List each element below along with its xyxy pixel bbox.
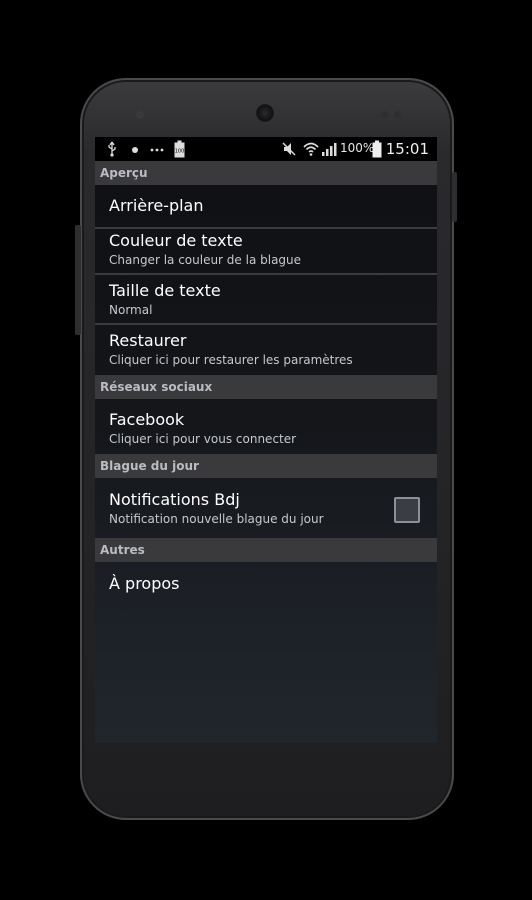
pref-arriere-plan[interactable]: Arrière-plan [95,196,437,216]
battery-saver-icon: 100 [174,140,185,158]
divider [95,227,437,229]
section-header-reseaux: Réseaux sociaux [95,375,437,399]
battery-percent: 100% [340,141,375,155]
pref-a-propos[interactable]: À propos [95,574,437,594]
pref-notifications[interactable]: Notifications Bdj Notification nouvelle … [95,490,437,527]
mute-icon [282,141,296,157]
volume-button [75,225,81,335]
sensor-dot [394,111,401,118]
more-icon [150,141,164,157]
pref-title: Restaurer [109,331,187,350]
status-bar: 100 100% 15:01 [95,137,437,161]
proximity-sensor [136,111,144,119]
battery-saver-label: 100 [175,149,185,155]
section-header-autres: Autres [95,538,437,562]
pref-title: Taille de texte [109,281,221,300]
sensor-dot [381,111,388,118]
wifi-icon [303,141,319,157]
pref-title: Couleur de texte [109,231,243,250]
pref-title: Notifications Bdj [109,490,240,509]
clock: 15:01 [385,140,429,158]
notifications-checkbox[interactable] [394,497,420,523]
dot-icon [131,141,139,157]
pref-summary: Cliquer ici pour restaurer les paramètre… [109,353,353,367]
pref-facebook[interactable]: Facebook Cliquer ici pour vous connecter [95,410,437,447]
section-header-blague: Blague du jour [95,454,437,478]
pref-restaurer[interactable]: Restaurer Cliquer ici pour restaurer les… [95,331,437,368]
pref-summary: Notification nouvelle blague du jour [109,512,324,526]
usb-icon [107,141,117,157]
pref-title: Facebook [109,410,185,429]
pref-title: À propos [109,574,180,593]
front-camera [256,104,274,122]
pref-taille-texte[interactable]: Taille de texte Normal [95,281,437,318]
signal-icon [321,141,337,157]
screen: 100 100% 15:01 Aperçu Arrière-plan Coule… [95,137,437,743]
power-button [452,172,457,222]
battery-icon [372,140,382,158]
pref-couleur-texte[interactable]: Couleur de texte Changer la couleur de l… [95,231,437,268]
pref-summary: Normal [109,303,153,317]
settings-list: Aperçu Arrière-plan Couleur de texte Cha… [95,161,437,743]
section-header-apercu: Aperçu [95,161,437,185]
divider [95,273,437,275]
divider [95,323,437,325]
pref-title: Arrière-plan [109,196,204,215]
pref-summary: Changer la couleur de la blague [109,253,302,267]
pref-summary: Cliquer ici pour vous connecter [109,432,297,446]
